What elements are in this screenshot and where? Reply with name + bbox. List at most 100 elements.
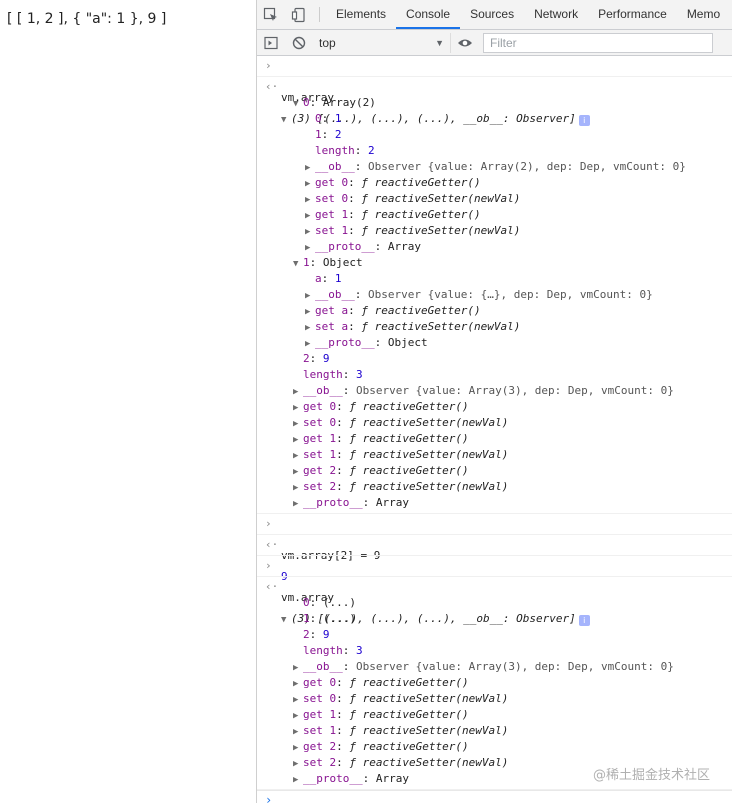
property-value[interactable]: Array: [376, 496, 409, 509]
tab-performance[interactable]: Performance: [588, 0, 677, 29]
context-selector[interactable]: top ▼: [313, 32, 451, 53]
tab-elements[interactable]: Elements: [326, 0, 396, 29]
console-filter-input[interactable]: [483, 32, 713, 53]
property-value[interactable]: Observer {value: Array(3), dep: Dep, vmC…: [356, 660, 674, 673]
collapse-triangle-icon[interactable]: ▶: [293, 772, 303, 788]
devtools-tab-bar: Elements Console Sources Network Perform…: [257, 0, 732, 30]
collapse-triangle-icon[interactable]: ▶: [305, 240, 315, 256]
property-value[interactable]: Array(2): [323, 96, 376, 109]
console-input-entry: › vm.array[2] = 9: [257, 514, 732, 562]
property-value: 2: [368, 144, 375, 157]
expand-triangle-icon[interactable]: ▼: [293, 96, 303, 112]
property-value[interactable]: ƒ reactiveSetter(newVal): [349, 448, 508, 461]
property-key: get 1: [315, 208, 349, 221]
property-value[interactable]: Object: [388, 336, 428, 349]
collapse-triangle-icon[interactable]: ▶: [293, 432, 303, 448]
inspect-element-icon[interactable]: [257, 0, 285, 29]
property-value[interactable]: Array: [376, 772, 409, 785]
property-value[interactable]: ƒ reactiveGetter(): [349, 740, 468, 753]
collapse-triangle-icon[interactable]: ▶: [293, 708, 303, 724]
collapse-triangle-icon[interactable]: ▶: [293, 724, 303, 740]
property-key: get 0: [303, 676, 337, 689]
console-result-entry: ‹· ▼ (3) [(...), (...), (...), __ob__: Ob…: [257, 77, 732, 514]
collapse-triangle-icon[interactable]: ▶: [293, 676, 303, 692]
property-key: 1: [315, 128, 322, 141]
property-key: 2: [303, 628, 310, 641]
property-value[interactable]: Array: [388, 240, 421, 253]
collapse-triangle-icon[interactable]: ▶: [305, 336, 315, 352]
tab-memory[interactable]: Memo: [677, 0, 730, 29]
property-value[interactable]: ƒ reactiveSetter(newVal): [349, 480, 508, 493]
sidebar-toggle-icon[interactable]: [257, 36, 285, 50]
console-toolbar: top ▼: [257, 30, 732, 56]
property-value: 1: [334, 272, 342, 285]
property-key: get 2: [303, 464, 337, 477]
property-value[interactable]: Observer {value: Array(3), dep: Dep, vmC…: [356, 384, 674, 397]
collapse-triangle-icon[interactable]: ▶: [293, 464, 303, 480]
property-value[interactable]: ƒ reactiveGetter(): [349, 708, 468, 721]
collapse-triangle-icon[interactable]: ▶: [305, 320, 315, 336]
property-value[interactable]: Observer {value: Array(2), dep: Dep, vmC…: [368, 160, 686, 173]
property-value[interactable]: ƒ reactiveGetter(): [361, 176, 480, 189]
property-key: set 2: [303, 756, 337, 769]
property-value[interactable]: ƒ reactiveGetter(): [361, 208, 480, 221]
property-value[interactable]: Observer {value: {…}, dep: Dep, vmCount:…: [368, 288, 653, 301]
property-value[interactable]: ƒ reactiveSetter(newVal): [349, 692, 508, 705]
property-value[interactable]: ƒ reactiveSetter(newVal): [349, 416, 508, 429]
collapse-triangle-icon[interactable]: ▶: [293, 448, 303, 464]
property-key: set 2: [303, 480, 337, 493]
property-key: set 0: [315, 192, 349, 205]
property-key: set 0: [303, 416, 337, 429]
collapse-triangle-icon[interactable]: ▶: [305, 160, 315, 176]
collapse-triangle-icon[interactable]: ▶: [293, 756, 303, 772]
property-key: 0: [315, 112, 322, 125]
console-prompt[interactable]: ›: [257, 790, 732, 803]
page-output-text: [ [ 1, 2 ], { "a": 1 }, 9 ]: [7, 11, 167, 27]
property-key: __ob__: [303, 384, 343, 397]
property-value[interactable]: ƒ reactiveGetter(): [349, 400, 468, 413]
property-key: get 1: [303, 432, 337, 445]
result-arrow-icon: ‹·: [265, 538, 279, 551]
property-value[interactable]: ƒ reactiveGetter(): [349, 464, 468, 477]
input-prompt-icon: ›: [265, 559, 272, 572]
live-expression-eye-icon[interactable]: [451, 37, 479, 49]
collapse-triangle-icon[interactable]: ▶: [305, 208, 315, 224]
lazy-value[interactable]: (...): [323, 612, 356, 625]
collapse-triangle-icon[interactable]: ▶: [305, 304, 315, 320]
console-input-entry: › vm.array: [257, 56, 732, 104]
lazy-value[interactable]: (...): [323, 596, 356, 609]
property-value[interactable]: ƒ reactiveSetter(newVal): [361, 192, 520, 205]
collapse-triangle-icon[interactable]: ▶: [305, 192, 315, 208]
property-value[interactable]: ƒ reactiveGetter(): [349, 432, 468, 445]
collapse-triangle-icon[interactable]: ▶: [305, 176, 315, 192]
property-value[interactable]: ƒ reactiveSetter(newVal): [349, 724, 508, 737]
collapse-triangle-icon[interactable]: ▶: [305, 288, 315, 304]
expand-triangle-icon[interactable]: ▼: [293, 256, 303, 272]
property-value[interactable]: ƒ reactiveSetter(newVal): [349, 756, 508, 769]
clear-console-icon[interactable]: [285, 36, 313, 50]
devtools-panel: Elements Console Sources Network Perform…: [256, 0, 732, 803]
property-value[interactable]: ƒ reactiveGetter(): [349, 676, 468, 689]
collapse-triangle-icon[interactable]: ▶: [293, 480, 303, 496]
input-prompt-icon: ›: [265, 59, 272, 72]
collapse-triangle-icon[interactable]: ▶: [305, 224, 315, 240]
property-value[interactable]: Object: [323, 256, 363, 269]
property-value: 1: [334, 112, 342, 125]
collapse-triangle-icon[interactable]: ▶: [293, 416, 303, 432]
property-value[interactable]: ƒ reactiveSetter(newVal): [361, 224, 520, 237]
tab-network[interactable]: Network: [524, 0, 588, 29]
property-value[interactable]: ƒ reactiveGetter(): [361, 304, 480, 317]
collapse-triangle-icon[interactable]: ▶: [293, 384, 303, 400]
property-value[interactable]: ƒ reactiveSetter(newVal): [361, 320, 520, 333]
collapse-triangle-icon[interactable]: ▶: [293, 496, 303, 512]
property-key: length: [303, 644, 343, 657]
tab-console[interactable]: Console: [396, 0, 461, 29]
tab-separator: [319, 7, 320, 22]
collapse-triangle-icon[interactable]: ▶: [293, 692, 303, 708]
property-key: set 1: [303, 724, 337, 737]
collapse-triangle-icon[interactable]: ▶: [293, 740, 303, 756]
device-toolbar-icon[interactable]: [285, 0, 313, 29]
collapse-triangle-icon[interactable]: ▶: [293, 400, 303, 416]
tab-sources[interactable]: Sources: [460, 0, 524, 29]
collapse-triangle-icon[interactable]: ▶: [293, 660, 303, 676]
